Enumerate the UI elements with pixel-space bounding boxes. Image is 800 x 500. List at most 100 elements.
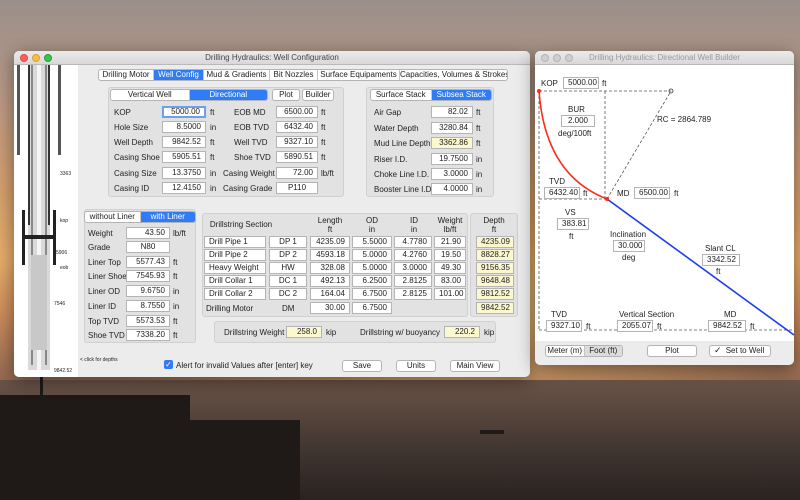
section-od-2[interactable]: 5.0000 [352,249,392,261]
casing-weight-input[interactable]: 72.00 [276,167,318,179]
bur-input[interactable]: 2.000 [561,115,595,127]
section-id-1[interactable]: 4.7780 [394,236,432,248]
casing-grade-input[interactable]: P110 [276,182,318,194]
riser-id-input[interactable]: 19.7500 [431,153,473,165]
section-name-2[interactable]: Drill Pipe 2 [204,249,266,261]
section-weight-1[interactable]: 21.90 [434,236,466,248]
mud-line-depth-input[interactable]: 3362.86 [431,137,473,149]
directional-option[interactable]: Directional [189,90,267,100]
section-code-5[interactable]: DC 2 [269,288,307,300]
section-code-1[interactable]: DP 1 [269,236,307,248]
well-config-titlebar[interactable]: Drilling Hydraulics: Well Configuration [14,51,530,65]
builder-minimize-button[interactable] [553,54,561,62]
slant-input[interactable]: 3342.52 [702,254,740,266]
inclination-input[interactable]: 30.000 [613,240,645,252]
section-name-3[interactable]: Heavy Weight [204,262,266,274]
units-button[interactable]: Units [396,360,436,372]
plot-button[interactable]: Plot [272,89,300,101]
liner-shoe-input[interactable]: 7545.93 [126,270,170,282]
liner-id-input[interactable]: 8.7550 [126,300,170,312]
section-id-2[interactable]: 4.2760 [394,249,432,261]
builder-button[interactable]: Builder [302,89,334,101]
vertical-well-option[interactable]: Vertical Well [111,90,190,100]
section-length-5[interactable]: 164.04 [310,288,350,300]
close-button[interactable] [20,54,28,62]
save-button[interactable]: Save [342,360,382,372]
section-od-6[interactable]: 6.7500 [352,302,392,314]
shoe-tvd-input[interactable]: 5890.51 [276,151,318,163]
section-od-4[interactable]: 6.2500 [352,275,392,287]
section-weight-4[interactable]: 83.00 [434,275,466,287]
zoom-button[interactable] [44,54,52,62]
vertical-section-input[interactable]: 2055.07 [617,320,653,332]
section-weight-2[interactable]: 19.50 [434,249,466,261]
casing-id-input[interactable]: 12.4150 [162,182,206,194]
section-od-1[interactable]: 5.5000 [352,236,392,248]
casing-shoe-input[interactable]: 5905.51 [162,151,206,163]
builder-close-button[interactable] [541,54,549,62]
without-liner-option[interactable]: without Liner [85,212,141,222]
section-name-5[interactable]: Drill Collar 2 [204,288,266,300]
well-tvd-input[interactable]: 9327.10 [276,136,318,148]
tab-capacities[interactable]: Capacities, Volumes & Strokes [400,70,507,80]
builder-kop-input[interactable]: 5000.00 [563,77,599,89]
liner-top-tvd-input[interactable]: 5573.53 [126,315,170,327]
vs-input[interactable]: 383.81 [557,218,589,230]
kop-input[interactable]: 5000.00 [162,106,206,118]
section-od-5[interactable]: 6.7500 [352,288,392,300]
builder-eob-md-input[interactable]: 6500.00 [634,187,670,199]
eob-tvd-input[interactable]: 6432.40 [276,121,318,133]
tab-well-config[interactable]: Well Config [154,70,204,80]
tab-drilling-motor[interactable]: Drilling Motor [99,70,154,80]
section-length-6[interactable]: 30.00 [310,302,350,314]
casing-size-input[interactable]: 13.3750 [162,167,206,179]
hole-size-input[interactable]: 8.5000 [162,121,206,133]
tab-mud-gradients[interactable]: Mud & Gradients [204,70,270,80]
tab-surface-equipaments[interactable]: Surface Equipaments [318,70,400,80]
section-length-3[interactable]: 328.08 [310,262,350,274]
alert-checkbox[interactable]: ✓ [164,360,173,369]
section-weight-3[interactable]: 49.30 [434,262,466,274]
liner-shoe-tvd-input[interactable]: 7338.20 [126,329,170,341]
section-code-2[interactable]: DP 2 [269,249,307,261]
section-id-4[interactable]: 2.8125 [394,275,432,287]
liner-top-input[interactable]: 5577.43 [126,256,170,268]
builder-plot-button[interactable]: Plot [647,345,697,357]
section-od-3[interactable]: 5.0000 [352,262,392,274]
section-weight-5[interactable]: 101.00 [434,288,466,300]
section-id-3[interactable]: 3.0000 [394,262,432,274]
tab-bit-nozzles[interactable]: Bit Nozzles [270,70,318,80]
builder-zoom-button[interactable] [565,54,573,62]
set-to-well-button[interactable]: ✓ Set to Well [709,345,771,357]
meter-option[interactable]: Meter (m) [546,346,585,356]
eob-md-input[interactable]: 6500.00 [276,106,318,118]
depth-ruler[interactable]: 3363 kop 5906 eob 7546 9842.52 [14,65,78,377]
booster-line-input[interactable]: 4.0000 [431,183,473,195]
liner-grade-input[interactable]: N80 [126,241,170,253]
foot-option[interactable]: Foot (ft) [584,346,622,356]
choke-line-input[interactable]: 3.0000 [431,168,473,180]
section-code-3[interactable]: HW [269,262,307,274]
minimize-button[interactable] [32,54,40,62]
subsea-stack-option[interactable]: Subsea Stack [431,90,491,100]
builder-titlebar[interactable]: Drilling Hydraulics: Directional Well Bu… [535,51,794,65]
water-depth-input[interactable]: 3280.84 [431,122,473,134]
well-depth-input[interactable]: 9842.52 [162,136,206,148]
section-id-5[interactable]: 2.8125 [394,288,432,300]
section-name-4[interactable]: Drill Collar 1 [204,275,266,287]
section-name-1[interactable]: Drill Pipe 1 [204,236,266,248]
section-length-4[interactable]: 492.13 [310,275,350,287]
builder-eob-tvd-input[interactable]: 6432.40 [544,187,580,199]
air-gap-input[interactable]: 82.02 [431,106,473,118]
total-tvd-input[interactable]: 9327.10 [546,320,582,332]
total-md-input[interactable]: 9842.52 [708,320,746,332]
section-length-2[interactable]: 4593.18 [310,249,350,261]
section-length-1[interactable]: 4235.09 [310,236,350,248]
liner-od-input[interactable]: 9.6750 [126,285,170,297]
section-code-4[interactable]: DC 1 [269,275,307,287]
main-view-button[interactable]: Main View [450,360,500,372]
surface-stack-option[interactable]: Surface Stack [371,90,432,100]
well-type-toggle: Vertical Well Directional [110,89,268,101]
with-liner-option[interactable]: with Liner [140,212,195,222]
liner-weight-input[interactable]: 43.50 [126,227,170,239]
